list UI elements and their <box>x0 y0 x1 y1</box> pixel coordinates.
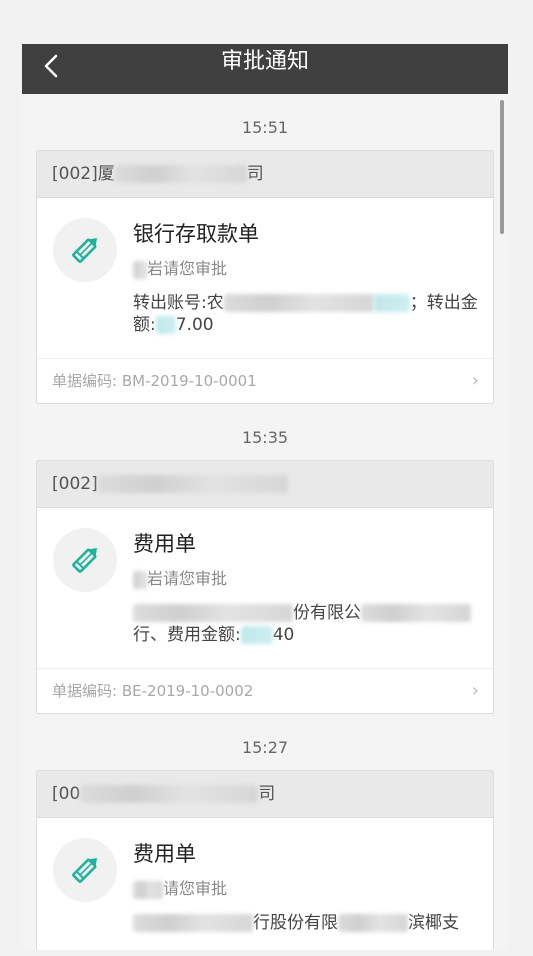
document-icon-wrapper <box>53 838 117 902</box>
app-screen: 审批通知 15:51 [002]厦司 银行存取款单 岩请您审批 转出账号:农 ；… <box>22 44 508 950</box>
company-prefix: [002] <box>52 474 98 494</box>
chevron-right-icon: › <box>471 680 479 701</box>
redacted-text <box>97 475 288 493</box>
company-name: [00 司 <box>37 771 493 818</box>
notification-card[interactable]: [002] 费用单 岩请您审批 份有限公 行、费用金额: 40 单据编码: BE… <box>36 460 494 714</box>
card-body[interactable]: 费用单 岩请您审批 份有限公 行、费用金额: 40 <box>37 508 493 669</box>
redacted-text <box>240 626 273 644</box>
document-icon-wrapper <box>53 528 117 592</box>
company-suffix: 司 <box>246 164 264 184</box>
company-prefix: [002]厦 <box>52 164 115 184</box>
notification-card[interactable]: [002]厦 司 银行存取款单 岩请您审批 转出账号:农 ；转出金 额: 7.00… <box>36 150 494 404</box>
pencil-icon <box>72 547 98 573</box>
code-value: BM-2019-10-0001 <box>121 372 257 390</box>
redacted-text <box>114 165 247 183</box>
code-label: 单据编码: <box>52 372 118 390</box>
redacted-text <box>133 880 163 899</box>
company-name: [002] <box>37 461 493 508</box>
scrollbar[interactable] <box>500 100 504 234</box>
card-subtitle: 岩请您审批 <box>133 258 475 280</box>
card-title: 费用单 <box>133 532 196 556</box>
card-subtitle: 岩请您审批 <box>133 568 475 590</box>
redacted-text <box>133 570 147 589</box>
page-title: 审批通知 <box>220 49 309 74</box>
redacted-text <box>133 604 293 622</box>
header-bar: 审批通知 <box>22 44 508 94</box>
redacted-text <box>80 785 259 803</box>
card-description: 转出账号:农 ；转出金 额: 7.00 <box>133 293 478 335</box>
card-footer[interactable]: 单据编码: BM-2019-10-0001 › <box>37 359 493 403</box>
notification-time: 15:35 <box>241 428 289 447</box>
notification-time: 15:51 <box>241 118 289 137</box>
redacted-text <box>133 260 147 279</box>
pencil-icon <box>72 237 98 263</box>
company-suffix: 司 <box>258 784 276 804</box>
card-body[interactable]: 费用单 请您审批 行股份有限 滨椰支 <box>37 818 493 950</box>
code-label: 单据编码: <box>52 682 118 700</box>
company-name: [002]厦 司 <box>37 151 493 198</box>
card-body[interactable]: 银行存取款单 岩请您审批 转出账号:农 ；转出金 额: 7.00 <box>37 198 493 359</box>
redacted-text <box>155 316 176 334</box>
company-prefix: [00 <box>52 784 81 804</box>
redacted-text <box>361 604 471 622</box>
redacted-text <box>223 294 374 312</box>
card-description: 行股份有限 滨椰支 <box>133 912 483 934</box>
chevron-right-icon: › <box>471 370 479 391</box>
code-value: BE-2019-10-0002 <box>121 682 254 700</box>
redacted-text <box>373 294 410 312</box>
notification-time: 15:27 <box>241 738 289 757</box>
redacted-text <box>338 914 408 932</box>
document-icon-wrapper <box>53 218 117 282</box>
card-title: 银行存取款单 <box>133 222 259 246</box>
card-title: 费用单 <box>133 842 196 866</box>
notification-card[interactable]: [00 司 费用单 请您审批 行股份有限 滨椰支 <box>36 770 494 950</box>
notification-feed: 15:51 [002]厦司 银行存取款单 岩请您审批 转出账号:农 ；转出金 额… <box>36 94 494 950</box>
card-subtitle: 请您审批 <box>133 878 475 900</box>
pencil-icon <box>72 857 98 883</box>
card-footer[interactable]: 单据编码: BE-2019-10-0002 › <box>37 669 493 713</box>
redacted-text <box>133 914 253 932</box>
card-description: 份有限公 行、费用金额: 40 <box>133 602 483 646</box>
